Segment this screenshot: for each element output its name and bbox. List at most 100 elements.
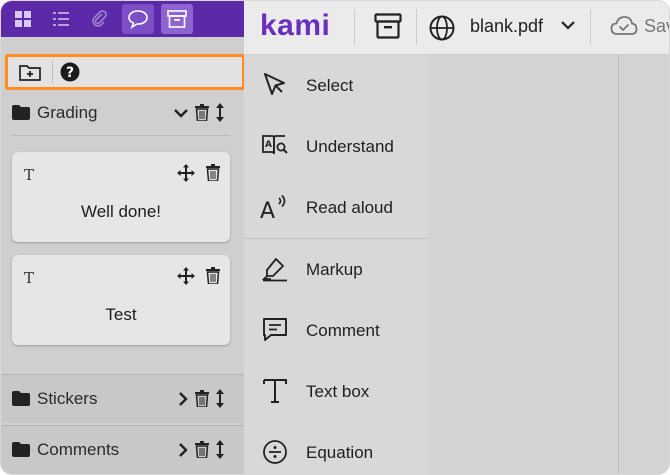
comment-bank-button[interactable] xyxy=(374,13,402,44)
read-aloud-icon: A xyxy=(260,194,286,220)
tool-read-aloud[interactable]: A Read aloud xyxy=(244,177,428,238)
reorder-handle[interactable] xyxy=(215,389,225,408)
trash-icon xyxy=(195,390,209,407)
section-divider xyxy=(12,135,230,136)
section-title: Grading xyxy=(37,103,98,122)
tool-label: Understand xyxy=(306,137,394,156)
tab-comment-bank[interactable] xyxy=(161,4,193,34)
section-title: Comments xyxy=(37,440,120,459)
section-grading[interactable]: Grading xyxy=(1,93,244,133)
dictionary-icon: A xyxy=(262,135,288,155)
tool-text-box[interactable]: Text box xyxy=(244,361,428,422)
move-icon xyxy=(177,267,195,285)
folder-icon xyxy=(12,442,30,457)
svg-text:?: ? xyxy=(66,65,74,81)
delete-section-button[interactable] xyxy=(195,441,209,458)
help-button[interactable]: ? xyxy=(56,59,84,85)
trash-icon xyxy=(195,104,209,121)
archive-icon xyxy=(167,10,187,28)
text-box-icon xyxy=(263,379,287,403)
kami-logo: kami xyxy=(260,9,331,42)
chevron-down-icon xyxy=(561,21,575,30)
chevron-down-icon xyxy=(174,109,188,118)
section-stickers[interactable]: Stickers xyxy=(1,374,244,423)
tab-pages[interactable] xyxy=(7,4,39,34)
archive-icon xyxy=(374,13,402,39)
comment-icon xyxy=(263,318,287,341)
vertical-arrows-icon xyxy=(216,440,224,459)
delete-section-button[interactable] xyxy=(195,104,209,121)
expand-button[interactable] xyxy=(177,442,189,458)
comment-bank-toolbar: ? xyxy=(5,54,245,90)
tab-attachments[interactable] xyxy=(83,4,115,34)
cloud-check-icon xyxy=(610,15,638,42)
text-type-icon: T xyxy=(24,166,35,184)
sidebar: ? Grading T Well done! T Test Stickers C… xyxy=(1,1,245,474)
move-icon xyxy=(177,164,195,182)
reorder-handle[interactable] xyxy=(215,103,225,122)
comment-card[interactable]: T Test xyxy=(12,255,230,345)
tool-comment[interactable]: Comment xyxy=(244,300,428,361)
tool-label: Select xyxy=(306,76,354,95)
delete-section-button[interactable] xyxy=(195,390,209,407)
topbar-divider xyxy=(590,9,591,45)
tool-select[interactable]: Select xyxy=(244,55,428,116)
chevron-right-icon xyxy=(179,392,188,406)
document-canvas[interactable] xyxy=(428,55,618,474)
section-comments[interactable]: Comments xyxy=(1,425,244,474)
tab-outline[interactable] xyxy=(45,4,77,34)
comment-card[interactable]: T Well done! xyxy=(12,152,230,242)
document-name[interactable]: blank.pdf xyxy=(470,16,543,37)
toolbar-divider xyxy=(52,61,53,83)
list-icon xyxy=(53,12,69,26)
topbar-divider xyxy=(354,9,355,45)
vertical-arrows-icon xyxy=(216,389,224,408)
delete-comment-button[interactable] xyxy=(206,267,220,289)
trash-icon xyxy=(195,441,209,458)
speech-bubble-icon xyxy=(128,10,148,29)
move-button[interactable] xyxy=(177,267,195,290)
grid-icon xyxy=(15,11,31,27)
vertical-arrows-icon xyxy=(216,103,224,122)
tool-label: Equation xyxy=(306,443,374,462)
tool-menu: Select A Understand A Read aloud Markup … xyxy=(244,55,428,474)
reorder-handle[interactable] xyxy=(215,440,225,459)
tool-equation[interactable]: Equation xyxy=(244,422,428,474)
move-button[interactable] xyxy=(177,164,195,187)
tool-understand[interactable]: A Understand xyxy=(244,116,428,177)
topbar-divider xyxy=(416,9,417,45)
save-status: Saved xyxy=(644,16,669,36)
cursor-arrow-icon xyxy=(264,73,285,95)
top-bar: kami blank.pdf Sa xyxy=(244,1,669,55)
tool-label: Read aloud xyxy=(306,198,393,217)
delete-comment-button[interactable] xyxy=(206,164,220,186)
highlighter-icon xyxy=(261,258,287,282)
comment-text: Test xyxy=(105,305,137,324)
tool-label: Text box xyxy=(306,382,370,401)
section-title: Stickers xyxy=(37,389,98,408)
tool-label: Markup xyxy=(306,260,363,279)
collapse-button[interactable] xyxy=(173,105,189,121)
trash-icon xyxy=(206,267,220,285)
equation-icon xyxy=(263,440,287,464)
globe-icon xyxy=(429,15,455,46)
text-type-icon: T xyxy=(24,269,35,287)
tool-markup[interactable]: Markup xyxy=(244,239,428,300)
trash-icon xyxy=(206,164,220,182)
comment-text: Well done! xyxy=(80,202,161,221)
app-window: ? Grading T Well done! T Test Stickers C… xyxy=(0,0,670,475)
tab-comments[interactable] xyxy=(122,4,154,34)
add-folder-icon xyxy=(19,65,41,81)
tool-label: Comment xyxy=(306,321,380,340)
help-icon: ? xyxy=(60,62,80,82)
chevron-right-icon xyxy=(179,443,188,457)
sidebar-tabs xyxy=(1,1,244,37)
expand-button[interactable] xyxy=(177,391,189,407)
document-canvas-margin xyxy=(619,55,669,474)
add-folder-button[interactable] xyxy=(16,59,44,85)
folder-icon xyxy=(12,105,30,120)
folder-icon xyxy=(12,391,30,406)
svg-text:A: A xyxy=(265,140,272,150)
paperclip-icon xyxy=(92,10,107,27)
document-menu-button[interactable] xyxy=(560,18,576,37)
